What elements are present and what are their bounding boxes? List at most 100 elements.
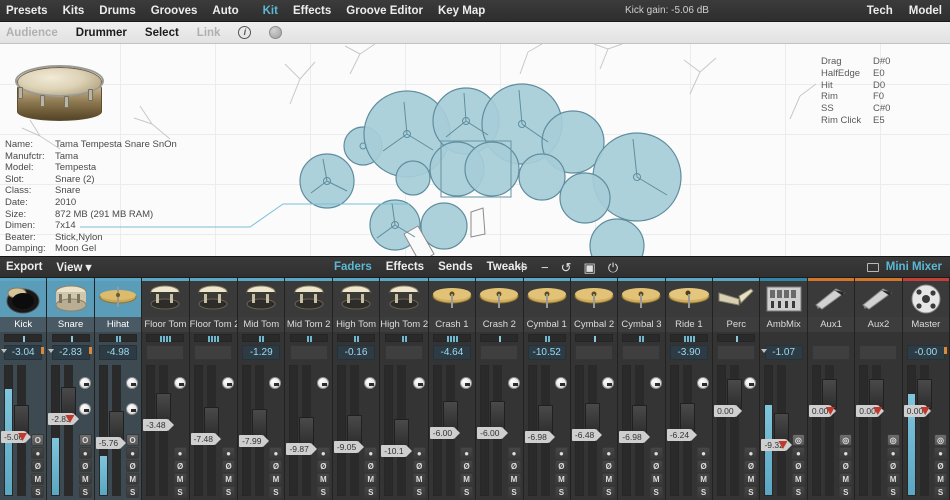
solo-button[interactable]: S [364, 486, 378, 498]
channel-gain-value[interactable]: -3.90 [669, 344, 708, 360]
mute-button[interactable]: M [222, 473, 236, 485]
cymbal-icon[interactable] [618, 281, 665, 317]
pan-slider[interactable] [289, 333, 328, 342]
channel-button-column[interactable]: ● Ø M S [222, 447, 236, 498]
channel-name-label[interactable]: Floor Tom [142, 317, 189, 332]
pan-slider[interactable] [480, 333, 519, 342]
menu-item-auto[interactable]: Auto [212, 5, 238, 17]
mute-button[interactable]: M [934, 473, 948, 485]
mute-button[interactable]: M [412, 473, 426, 485]
phase-invert-button[interactable]: Ø [507, 460, 521, 472]
phase-invert-button[interactable]: Ø [31, 460, 45, 472]
panel-icon[interactable]: ▣ [584, 261, 596, 274]
channel-fader-area[interactable]: -6.48 ● Ø M S [571, 361, 617, 500]
mixer-channel-floor-tom-2[interactable]: Floor Tom 2 -7.48 ● Ø M S [189, 278, 239, 500]
channel-gain-row[interactable]: -0.16 [333, 343, 379, 361]
phase-invert-button[interactable]: Ø [460, 460, 474, 472]
channel-button-column[interactable]: ● Ø M S [554, 447, 568, 498]
channel-name-label[interactable]: Aux1 [807, 317, 855, 332]
channel-gain-row[interactable]: -10.52 [524, 343, 570, 361]
phase-invert-button[interactable]: Ø [886, 460, 900, 472]
channel-pan-row[interactable] [903, 332, 949, 343]
output-button[interactable]: ● [364, 447, 378, 459]
channel-button-column[interactable]: ● Ø M S [744, 447, 758, 498]
channel-button-column[interactable]: ● Ø M S [412, 447, 426, 498]
solo-button[interactable]: S [554, 486, 568, 498]
power-icon[interactable]: ⏻ [608, 261, 618, 274]
phase-invert-button[interactable]: Ø [126, 460, 140, 472]
menu-item-drums[interactable]: Drums [99, 5, 135, 17]
channel-pan-row[interactable] [190, 332, 238, 343]
output-button[interactable]: ● [934, 447, 948, 459]
mixer-channel-kick[interactable]: Kick -3.04 -5.06 O ● Ø M S [0, 278, 48, 500]
channel-pan-row[interactable] [808, 332, 854, 343]
channel-gain-value[interactable] [289, 344, 328, 360]
channel-gain-row[interactable]: -1.29 [238, 343, 284, 361]
channel-gain-row[interactable] [713, 343, 759, 361]
send-knob[interactable] [126, 403, 139, 415]
channel-gain-row[interactable] [618, 343, 664, 361]
phase-invert-button[interactable]: Ø [78, 460, 92, 472]
channel-gain-value[interactable] [480, 344, 519, 360]
solo-button[interactable]: S [173, 486, 187, 498]
channel-pan-row[interactable] [0, 332, 46, 343]
mixer-channel-high-tom-2[interactable]: High Tom 2 -10.1 ● Ø M S [380, 278, 429, 500]
mixer-view-button[interactable]: View ▾ [56, 260, 91, 274]
mute-button[interactable]: M [744, 473, 758, 485]
menu-item-kit[interactable]: Kit [263, 5, 278, 17]
channel-name-label[interactable]: Master [902, 317, 950, 332]
pan-slider[interactable] [242, 333, 281, 342]
mute-button[interactable]: M [173, 473, 187, 485]
channel-gain-row[interactable]: -0.00 [903, 343, 949, 361]
channel-pan-row[interactable] [618, 332, 664, 343]
phase-invert-button[interactable]: Ø [791, 460, 805, 472]
menu-item-presets[interactable]: Presets [6, 5, 48, 17]
channel-gain-value[interactable]: -1.29 [242, 344, 281, 360]
channel-gain-row[interactable] [571, 343, 617, 361]
channel-gain-row[interactable]: -1.07 [760, 343, 806, 361]
phase-invert-button[interactable]: Ø [222, 460, 236, 472]
pan-slider[interactable] [432, 333, 471, 342]
channel-fader-area[interactable]: -6.00 ● Ø M S [476, 361, 522, 500]
pan-slider[interactable] [194, 333, 233, 342]
channel-gain-row[interactable]: -4.98 [95, 343, 141, 361]
mixer-channel-ride-1[interactable]: Ride 1 -3.90 -6.24 ● Ø M S [665, 278, 714, 500]
output-button[interactable]: ● [460, 447, 474, 459]
mute-button[interactable]: M [316, 473, 330, 485]
pan-slider[interactable] [622, 333, 661, 342]
channel-pan-row[interactable] [760, 332, 806, 343]
channel-gain-row[interactable] [190, 343, 238, 361]
mixer-channel-rack[interactable]: Kick -3.04 -5.06 O ● Ø M S Snare -2.83 -2.83 O ● Ø M S H… [0, 278, 950, 500]
phase-invert-button[interactable]: Ø [602, 460, 616, 472]
ambmix-icon[interactable] [760, 281, 807, 317]
record-arm-button[interactable]: ◎ [934, 434, 948, 446]
channel-name-label[interactable]: High Tom 2 [380, 317, 428, 332]
master-icon[interactable] [902, 281, 950, 317]
channel-gain-value[interactable]: -10.52 [527, 344, 566, 360]
mute-button[interactable]: M [364, 473, 378, 485]
pan-slider[interactable] [51, 333, 90, 342]
channel-gain-row[interactable]: -4.64 [429, 343, 475, 361]
channel-name-label[interactable]: Crash 1 [428, 317, 476, 332]
channel-name-label[interactable]: Floor Tom 2 [189, 317, 238, 332]
subbar-item-link[interactable]: Link [197, 27, 221, 39]
channel-gain-row[interactable] [142, 343, 188, 361]
channel-fader-area[interactable]: -5.76 O ● Ø M S [95, 361, 141, 500]
channel-pan-row[interactable] [285, 332, 331, 343]
info-icon[interactable]: i [238, 26, 252, 39]
output-button[interactable]: ● [412, 447, 426, 459]
phase-invert-button[interactable]: Ø [934, 460, 948, 472]
send-knob[interactable] [507, 377, 520, 389]
channel-fader-area[interactable]: -9.05 ● Ø M S [333, 361, 379, 500]
channel-gain-row[interactable] [285, 343, 331, 361]
channel-name-label[interactable]: Perc [713, 317, 760, 332]
channel-fader-area[interactable]: -6.98 ● Ø M S [524, 361, 570, 500]
mute-button[interactable]: M [78, 473, 92, 485]
channel-fader-area[interactable]: 0.00 ◎ ● Ø M S [855, 361, 901, 500]
channel-gain-value[interactable]: -3.04 [4, 344, 43, 360]
output-button[interactable]: ● [744, 447, 758, 459]
channel-gain-row[interactable] [476, 343, 522, 361]
send-knob[interactable] [744, 377, 757, 389]
channel-fader-area[interactable]: -10.1 ● Ø M S [380, 361, 428, 500]
subbar-item-audience[interactable]: Audience [6, 27, 58, 39]
